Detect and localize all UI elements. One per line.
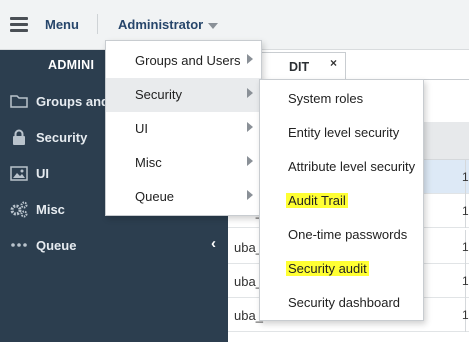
menu-item-label: System roles (288, 91, 364, 106)
hamburger-menu-icon[interactable] (10, 17, 28, 32)
table-cell: 1 (462, 170, 469, 184)
gears-icon (9, 201, 29, 218)
chevron-right-icon (247, 88, 253, 98)
menu-item-label: Security audit (286, 261, 369, 276)
menu-item-label: Security (135, 87, 182, 102)
sidebar-item-label: Queue (36, 237, 77, 253)
tab-audit[interactable]: DIT × (258, 52, 346, 80)
administrator-menu-button[interactable]: Administrator (118, 17, 203, 32)
menu-item-one-time-passwords[interactable]: One-time passwords (260, 218, 423, 252)
menu-item-security-dashboard[interactable]: Security dashboard (260, 286, 423, 320)
menu-item-label: Groups and Users (135, 53, 241, 68)
sidebar-header: ADMINI (48, 58, 95, 72)
dots-icon (9, 237, 29, 253)
folder-icon (9, 93, 29, 109)
menu-item-label: UI (135, 121, 148, 136)
menu-button[interactable]: Menu (45, 17, 79, 32)
table-cell: 1 (462, 240, 469, 254)
chevron-right-icon (247, 156, 253, 166)
menu-item-attribute-level-security[interactable]: Attribute level security (260, 150, 423, 184)
image-icon (9, 165, 29, 181)
menu-item-security[interactable]: Security (106, 78, 261, 112)
menu-item-system-roles[interactable]: System roles (260, 82, 423, 116)
menu-item-queue[interactable]: Queue (106, 180, 261, 214)
table-cell: 1 (462, 274, 469, 288)
menu-item-misc[interactable]: Misc (106, 146, 261, 180)
chevron-right-icon (247, 190, 253, 200)
menu-item-label: Attribute level security (288, 159, 416, 174)
menu-item-label: Entity level security (288, 125, 400, 140)
menu-item-label: Misc (135, 155, 162, 170)
sidebar-item-label: UI (36, 165, 49, 181)
menu-item-label: Audit Trail (286, 193, 348, 208)
menu-item-groups-and-users[interactable]: Groups and Users (106, 44, 261, 78)
tab-label: DIT (289, 60, 310, 74)
security-submenu: System roles Entity level security Attri… (259, 79, 424, 321)
menu-item-ui[interactable]: UI (106, 112, 261, 146)
menu-item-label: One-time passwords (288, 227, 408, 242)
administrator-dropdown-menu: Groups and Users Security UI Misc Queue (105, 40, 262, 216)
menu-item-entity-level-security[interactable]: Entity level security (260, 116, 423, 150)
sidebar-item-label: Groups and (36, 93, 109, 109)
collapse-sidebar-icon[interactable]: ‹ (211, 235, 216, 252)
sidebar-item-label: Security (36, 129, 88, 145)
sidebar-item-queue[interactable]: Queue (0, 228, 228, 262)
menu-item-security-audit[interactable]: Security audit (260, 252, 423, 286)
table-cell: 1 (462, 308, 469, 322)
lock-icon (9, 129, 29, 145)
chevron-down-icon[interactable] (208, 23, 218, 29)
toolbar-divider (97, 14, 98, 34)
menu-item-audit-trail[interactable]: Audit Trail (260, 184, 423, 218)
table-cell: 1 (462, 204, 469, 218)
chevron-right-icon (247, 54, 253, 64)
chevron-right-icon (247, 122, 253, 132)
menu-item-label: Security dashboard (288, 295, 401, 310)
menu-item-label: Queue (135, 189, 175, 204)
sidebar-item-label: Misc (36, 201, 65, 217)
close-icon[interactable]: × (330, 56, 337, 70)
